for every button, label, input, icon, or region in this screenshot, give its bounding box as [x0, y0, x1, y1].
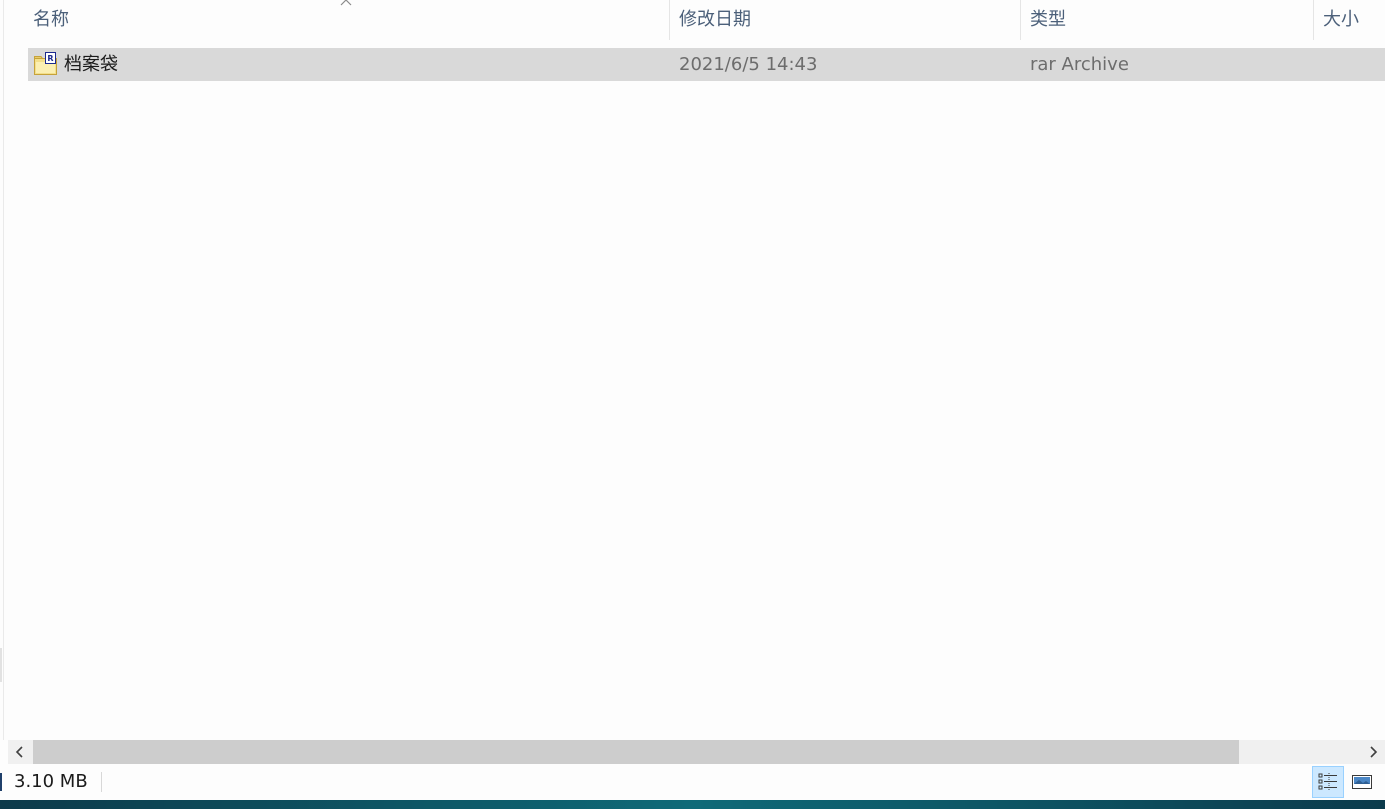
chevron-right-icon: [1370, 746, 1378, 758]
status-bar-edge: [0, 773, 2, 791]
scroll-right-button[interactable]: [1361, 740, 1385, 764]
status-bar: 3.10 MB: [0, 764, 1385, 800]
chevron-left-icon: [15, 746, 23, 758]
taskbar-strip: [0, 800, 1385, 809]
column-header-size[interactable]: 大小: [1313, 0, 1385, 40]
status-divider: [101, 772, 102, 792]
large-icons-view-icon: [1352, 775, 1372, 789]
file-explorer-window: 名称 修改日期 类型 大小 R 档案袋 2021/6/5 14:43 rar A…: [0, 0, 1385, 809]
file-type: rar Archive: [1030, 54, 1129, 75]
scroll-left-button[interactable]: [8, 740, 32, 764]
large-icons-view-button[interactable]: [1346, 766, 1378, 798]
file-row[interactable]: R 档案袋 2021/6/5 14:43 rar Archive: [28, 48, 1385, 81]
sort-ascending-icon: [340, 0, 352, 6]
column-header-date[interactable]: 修改日期: [669, 0, 1020, 40]
horizontal-scrollbar[interactable]: [8, 740, 1385, 764]
column-header-type-label: 类型: [1030, 9, 1066, 30]
file-modified-date: 2021/6/5 14:43: [679, 54, 818, 75]
selected-size-text: 3.10 MB: [14, 771, 88, 792]
details-view-icon: [1318, 773, 1337, 790]
navigation-pane-resize-handle[interactable]: [0, 648, 2, 682]
rar-archive-icon: R: [34, 52, 57, 75]
file-name[interactable]: 档案袋: [64, 48, 118, 81]
column-header-bar: 名称 修改日期 类型 大小: [0, 0, 1385, 40]
svg-text:R: R: [47, 54, 53, 63]
column-header-date-label: 修改日期: [679, 9, 751, 30]
column-header-type[interactable]: 类型: [1020, 0, 1313, 40]
navigation-pane-edge: [3, 0, 4, 740]
column-header-size-label: 大小: [1323, 9, 1359, 30]
column-header-name-label: 名称: [33, 9, 69, 30]
details-view-button[interactable]: [1312, 766, 1344, 798]
scrollbar-thumb[interactable]: [33, 740, 1239, 764]
